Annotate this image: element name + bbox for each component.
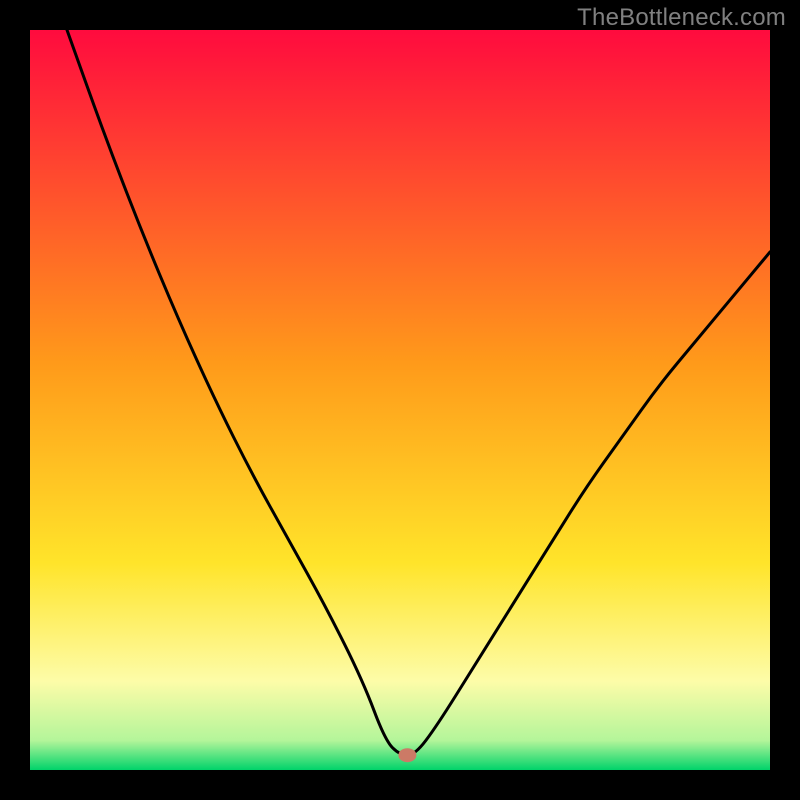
attribution-text: TheBottleneck.com — [577, 4, 786, 32]
optimal-point-marker — [398, 748, 416, 762]
chart-frame: TheBottleneck.com — [0, 0, 800, 800]
plot-background — [30, 30, 770, 770]
bottleneck-chart — [0, 0, 800, 800]
